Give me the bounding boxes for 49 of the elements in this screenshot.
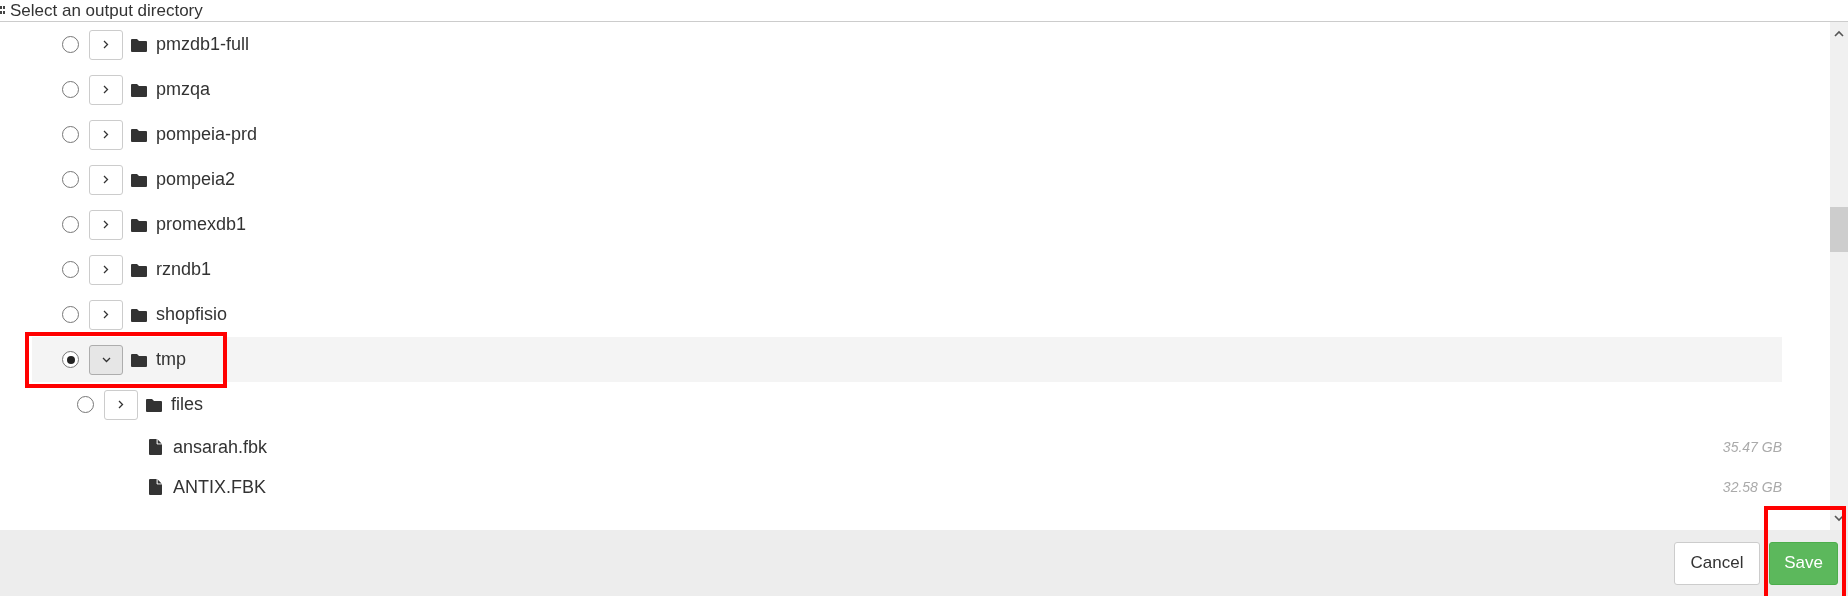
folder-name[interactable]: pompeia-prd xyxy=(156,124,258,145)
folder-name[interactable]: pompeia2 xyxy=(156,169,236,190)
folder-name[interactable]: pmzqa xyxy=(156,79,211,100)
expand-button[interactable] xyxy=(89,344,123,375)
cancel-button[interactable]: Cancel xyxy=(1674,541,1760,585)
folder-icon xyxy=(131,217,147,232)
chevron-right-icon xyxy=(103,130,109,139)
radio-button[interactable] xyxy=(62,36,79,53)
radio-button[interactable] xyxy=(77,396,94,413)
folder-name[interactable]: shopfisio xyxy=(156,304,228,325)
dialog-title: Select an output directory xyxy=(10,1,203,21)
file-icon xyxy=(149,479,162,495)
chevron-right-icon xyxy=(103,310,109,319)
selected-row[interactable]: tmp xyxy=(32,337,1782,382)
chevron-right-icon xyxy=(103,265,109,274)
folder-name[interactable]: pmzdb1-full xyxy=(156,34,250,55)
folder-name[interactable]: files xyxy=(171,394,203,415)
chevron-right-icon xyxy=(103,175,109,184)
radio-button[interactable] xyxy=(62,126,79,143)
chevron-right-icon xyxy=(103,220,109,229)
chevron-down-icon xyxy=(101,356,111,363)
folder-icon xyxy=(131,37,147,52)
file-size: 35.47 GB xyxy=(1722,439,1782,455)
folder-icon xyxy=(131,82,147,97)
scrollbar-thumb[interactable] xyxy=(1830,207,1848,252)
file-name: ansarah.fbk xyxy=(173,436,268,458)
grid-icon xyxy=(0,6,6,16)
folder-icon xyxy=(146,397,162,412)
file-name: ANTIX.FBK xyxy=(173,476,266,498)
folder-icon xyxy=(131,172,147,187)
chevron-right-icon xyxy=(118,400,124,409)
folder-icon xyxy=(131,352,147,367)
chevron-right-icon xyxy=(103,40,109,49)
radio-button[interactable] xyxy=(62,216,79,233)
radio-button[interactable] xyxy=(62,351,79,368)
radio-button[interactable] xyxy=(62,81,79,98)
chevron-right-icon xyxy=(103,85,109,94)
radio-button[interactable] xyxy=(62,306,79,323)
file-size: 32.58 GB xyxy=(1722,479,1782,495)
scrollbar[interactable] xyxy=(1830,22,1848,530)
folder-name[interactable]: rzndb1 xyxy=(156,259,212,280)
file-icon xyxy=(149,439,162,455)
radio-button[interactable] xyxy=(62,171,79,188)
folder-name[interactable]: promexdb1 xyxy=(156,214,247,235)
radio-button[interactable] xyxy=(62,261,79,278)
folder-icon xyxy=(131,262,147,277)
folder-icon xyxy=(131,127,147,142)
folder-icon xyxy=(131,307,147,322)
folder-name[interactable]: tmp xyxy=(156,349,186,370)
